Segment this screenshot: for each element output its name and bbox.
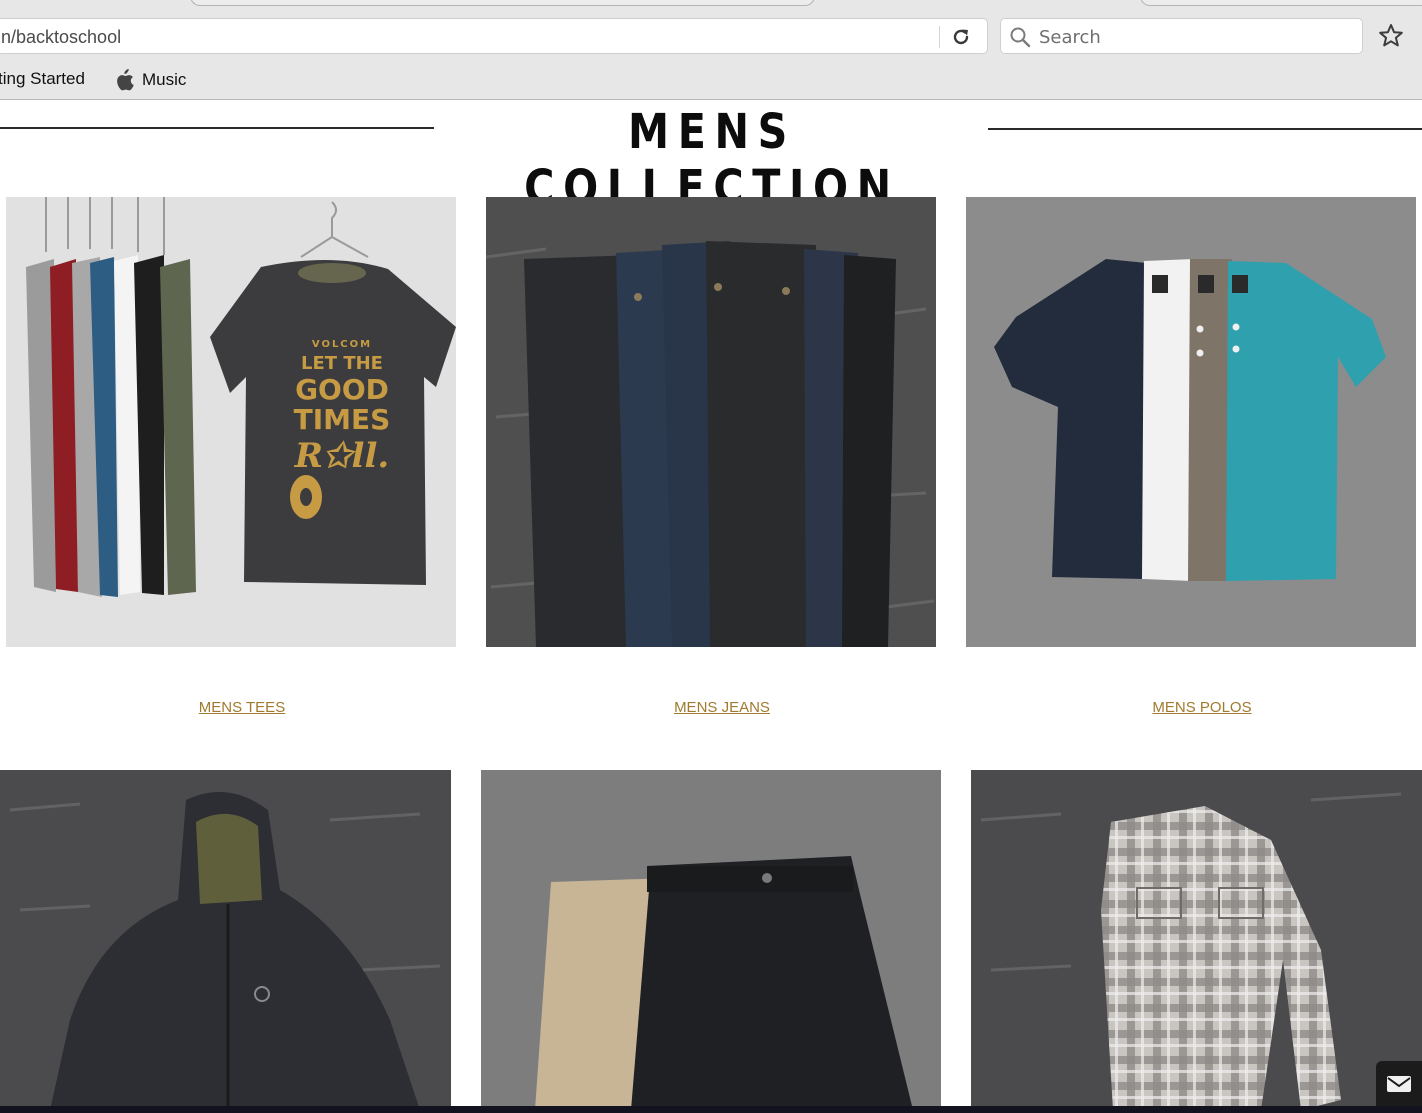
search-input[interactable] (1039, 25, 1349, 49)
browser-tab[interactable] (1140, 0, 1422, 6)
svg-text:VOLCOM: VOLCOM (312, 339, 372, 350)
svg-text:TIMES: TIMES (294, 403, 391, 436)
bookmark-music[interactable]: Music (114, 69, 186, 91)
envelope-icon (1387, 1076, 1411, 1092)
search-icon (1010, 27, 1031, 48)
category-link-mens-jeans[interactable]: MENS JEANS (622, 699, 822, 716)
category-link-mens-polos[interactable]: MENS POLOS (1102, 699, 1302, 716)
bookmarks-bar: ting Started Music (0, 66, 1422, 94)
bookmark-star-icon[interactable] (1377, 22, 1405, 50)
shorts-photo[interactable] (481, 770, 941, 1110)
svg-text:LET THE: LET THE (301, 353, 383, 374)
reload-button[interactable] (947, 23, 975, 51)
svg-text:GOOD: GOOD (295, 373, 389, 406)
shorts-photo-graphic (481, 770, 941, 1110)
tees-photo-graphic: VOLCOM LET THE GOOD TIMES R✩ll. (6, 197, 456, 647)
tab-strip (0, 0, 1422, 8)
address-bar[interactable]: n/backtoschool (0, 18, 988, 54)
reload-icon (953, 29, 969, 45)
heading-rule (988, 128, 1422, 130)
svg-text:R✩ll.: R✩ll. (294, 436, 389, 476)
polos-photo[interactable] (966, 197, 1416, 647)
tees-photo[interactable]: VOLCOM LET THE GOOD TIMES R✩ll. (6, 197, 456, 647)
apple-icon (117, 69, 134, 91)
bookmark-label: Music (142, 70, 187, 89)
collection-header: MENS COLLECTION (0, 100, 1422, 216)
mail-widget-button[interactable] (1376, 1061, 1422, 1107)
taskbar-strip (0, 1106, 1422, 1113)
bookmark-label: ting Started (0, 69, 85, 88)
category-link-mens-tees[interactable]: MENS TEES (142, 699, 342, 716)
search-box[interactable] (1000, 18, 1363, 54)
bookmark-getting-started[interactable]: ting Started (0, 69, 85, 89)
jeans-photo[interactable] (486, 197, 936, 647)
polos-photo-graphic (966, 197, 1416, 647)
flannel-photo-graphic (971, 770, 1422, 1110)
flannel-photo[interactable] (971, 770, 1422, 1110)
address-bar-divider (939, 26, 940, 48)
browser-chrome: n/backtoschool ting Started Music (0, 0, 1422, 100)
heading-rule (0, 127, 434, 129)
jacket-photo-graphic (0, 770, 451, 1110)
address-bar-url[interactable]: n/backtoschool (1, 27, 121, 48)
jeans-photo-graphic (486, 197, 936, 647)
browser-tab[interactable] (190, 0, 815, 6)
jacket-photo[interactable] (0, 770, 451, 1110)
